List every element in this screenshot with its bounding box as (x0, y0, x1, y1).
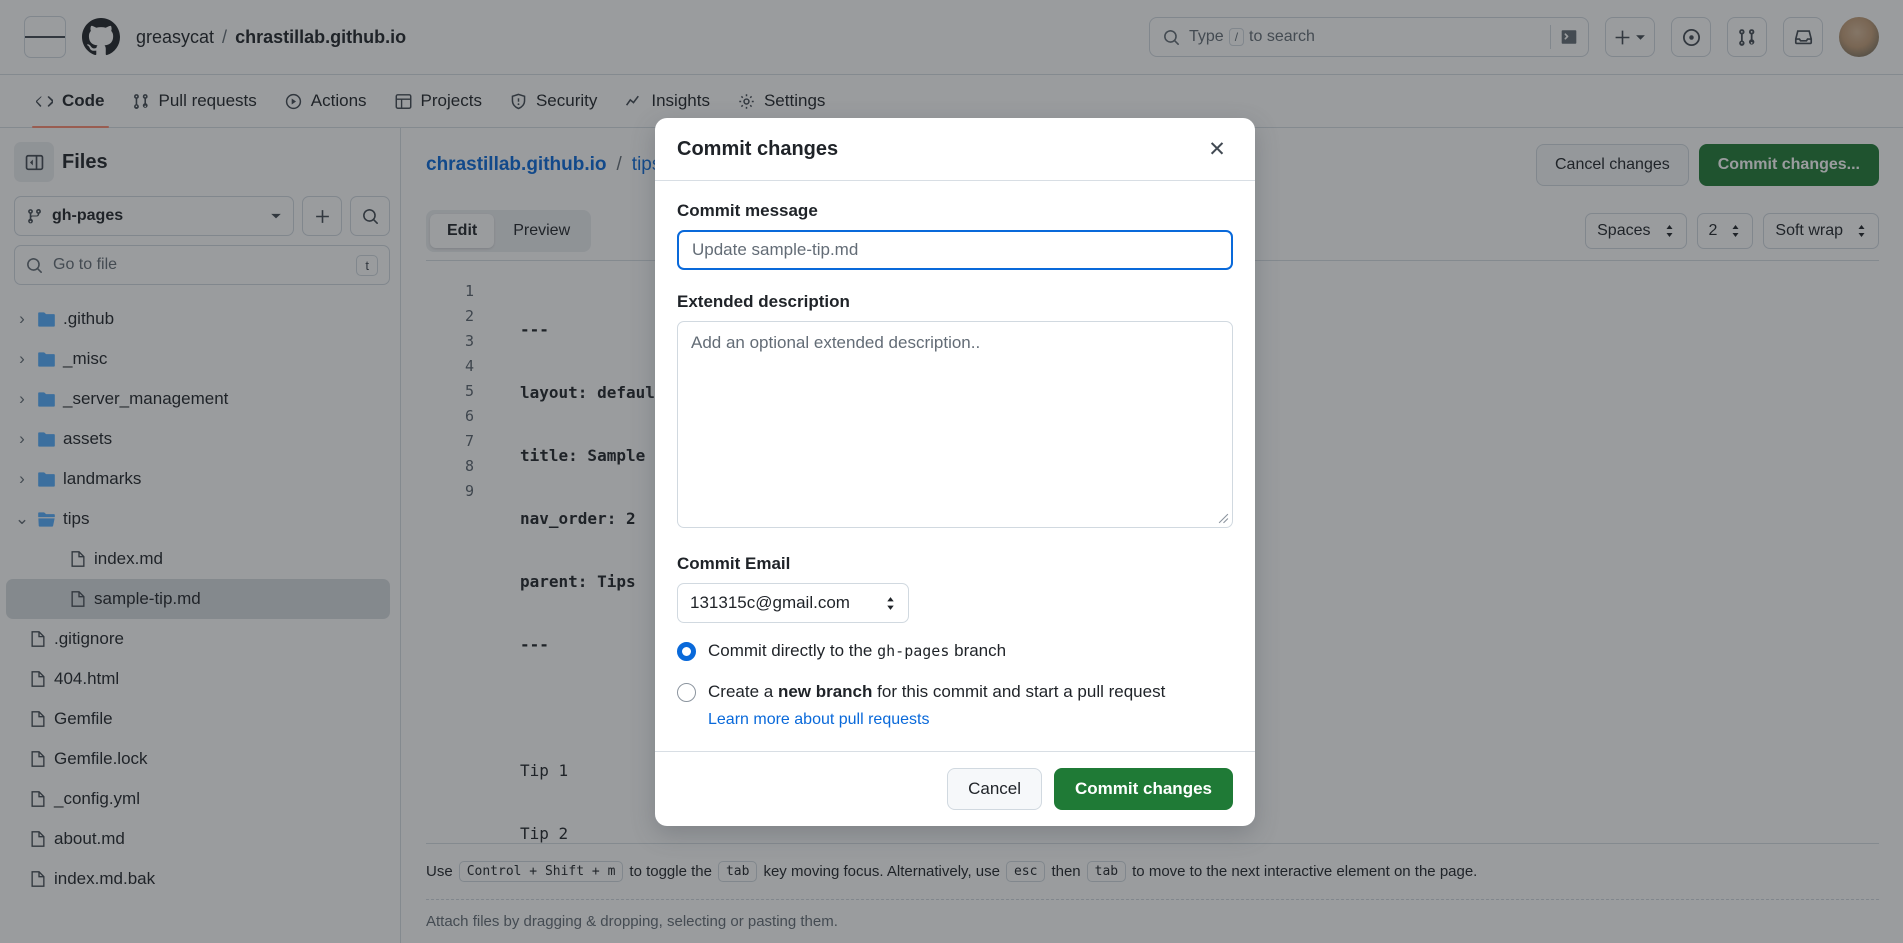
radio-branch-strong: new branch (777, 681, 873, 701)
extended-description-label: Extended description (677, 292, 850, 311)
commit-changes-dialog: Commit changes ✕ Commit message Update s… (655, 118, 1255, 827)
dialog-body: Commit message Update sample-tip.md Exte… (655, 181, 1255, 751)
dialog-footer: Cancel Commit changes (655, 751, 1255, 826)
learn-more-pull-requests-link[interactable]: Learn more about pull requests (708, 711, 1233, 729)
commit-email-label: Commit Email (677, 554, 791, 573)
radio-commit-directly-label: Commit directly to the gh-pages branch (708, 639, 1006, 664)
radio-branch-post: for this commit and start a pull request (877, 681, 1166, 701)
close-icon[interactable]: ✕ (1201, 133, 1233, 165)
commit-message-placeholder: Update sample-tip.md (692, 240, 859, 259)
extended-description-textarea[interactable]: Add an optional extended description.. (677, 321, 1233, 528)
radio-direct-branch: gh-pages (877, 642, 950, 660)
radio-create-new-branch[interactable] (677, 682, 696, 702)
commit-email-select[interactable]: 131315c@gmail.com (677, 583, 909, 623)
dialog-title: Commit changes (677, 137, 839, 160)
radio-branch-pre: Create a (708, 681, 774, 701)
radio-create-new-branch-label: Create a new branch for this commit and … (708, 680, 1165, 705)
radio-commit-directly[interactable] (677, 642, 696, 661)
commit-changes-submit-button[interactable]: Commit changes (1054, 768, 1233, 811)
commit-message-label: Commit message (677, 201, 818, 220)
create-new-branch-option[interactable]: Create a new branch for this commit and … (677, 680, 1233, 705)
commit-email-value: 131315c@gmail.com (690, 593, 850, 612)
radio-direct-pre: Commit directly to the (708, 641, 873, 660)
extended-description-placeholder: Add an optional extended description.. (691, 333, 981, 352)
commit-directly-option[interactable]: Commit directly to the gh-pages branch (677, 639, 1233, 664)
select-chevrons-icon (887, 596, 894, 610)
radio-direct-post: branch (954, 641, 1007, 660)
dialog-header: Commit changes ✕ (655, 118, 1255, 181)
resize-grip-icon[interactable] (1218, 513, 1229, 524)
commit-message-input[interactable]: Update sample-tip.md (677, 230, 1233, 270)
cancel-button[interactable]: Cancel (947, 768, 1043, 811)
